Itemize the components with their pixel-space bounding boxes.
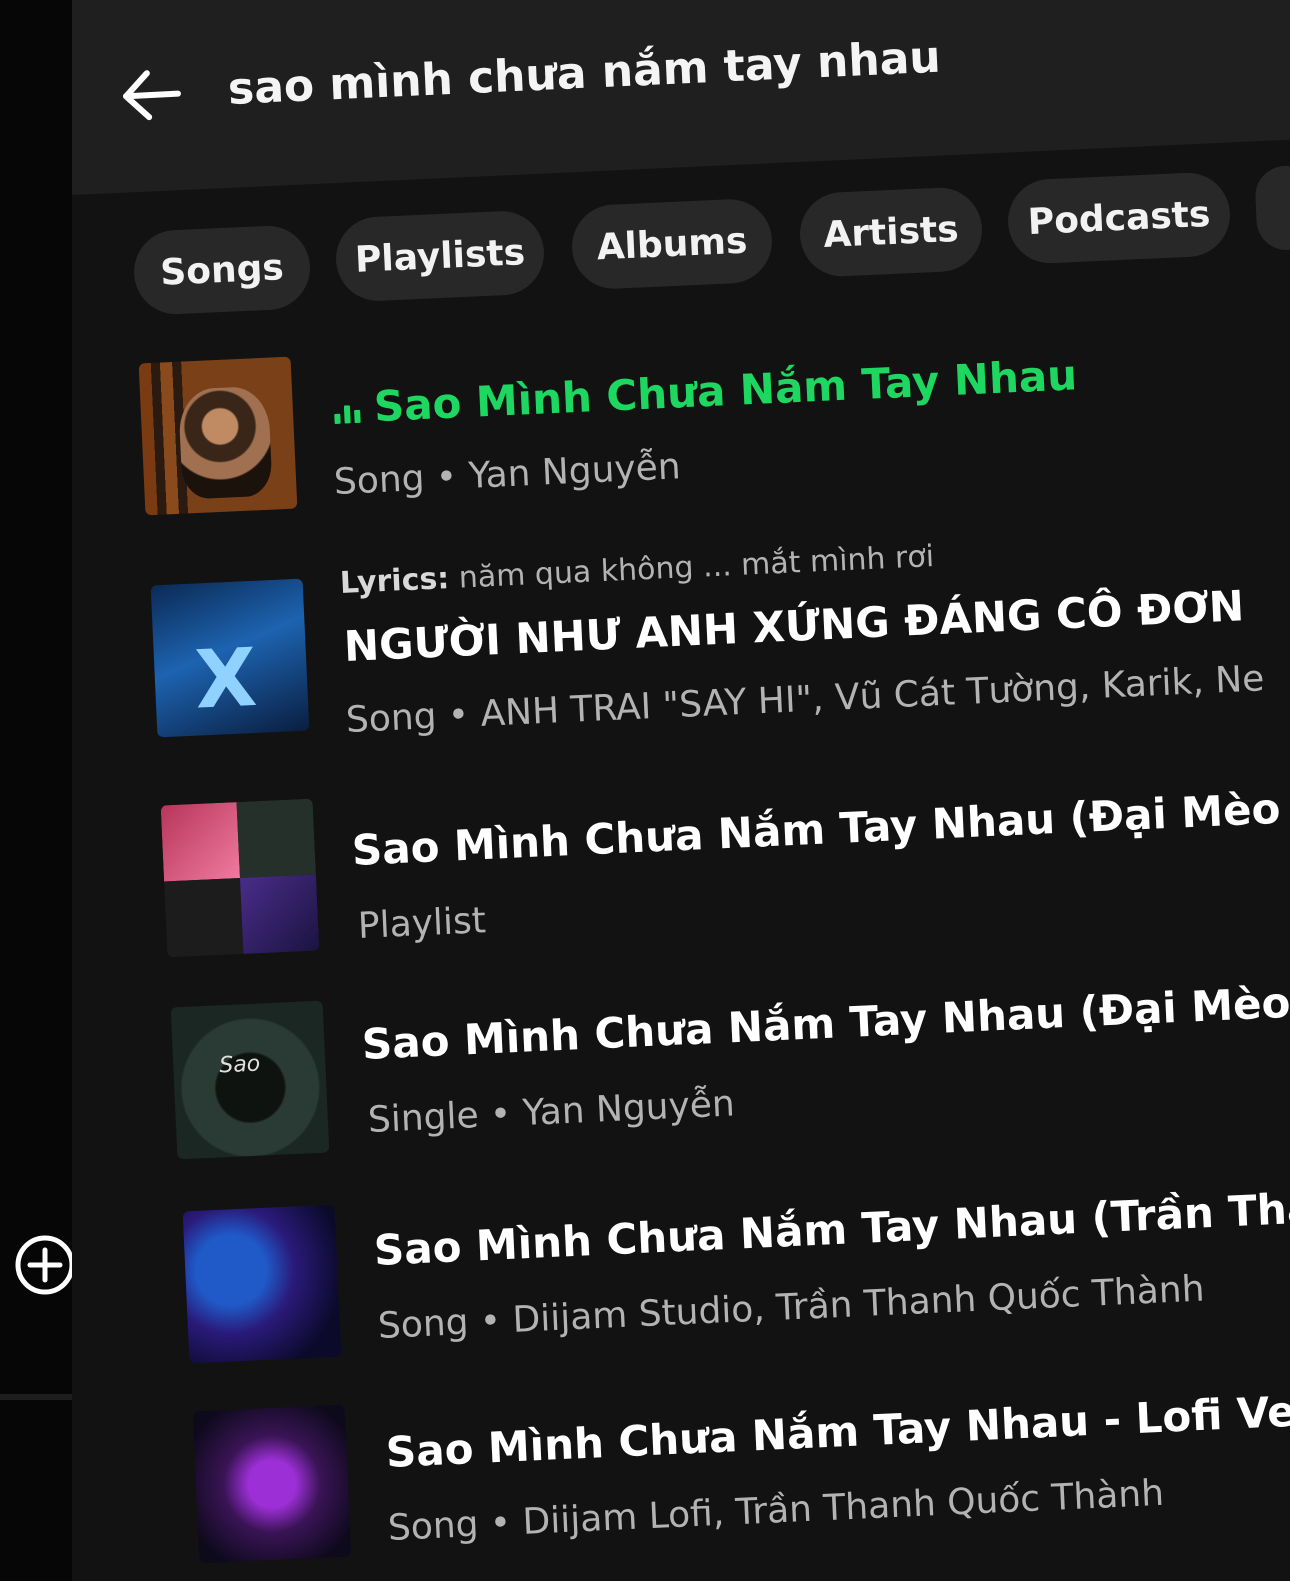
arrow-left-icon: [123, 70, 181, 121]
left-rail: [0, 0, 80, 1581]
filter-chip-label: Artists: [822, 208, 960, 256]
album-art: [138, 356, 298, 516]
filter-chip-podcasts[interactable]: Podcasts: [1006, 171, 1232, 265]
filter-chip-label: Songs: [159, 246, 285, 294]
playlist-art: [160, 798, 320, 958]
album-art: Sao: [170, 1000, 330, 1160]
result-subtitle: Playlist: [357, 900, 487, 947]
filter-chip-playlists[interactable]: Playlists: [334, 209, 546, 303]
plus-circle-icon: [15, 1235, 75, 1295]
filter-chip-label: Podcasts: [1026, 193, 1212, 243]
album-art: [182, 1204, 342, 1364]
filter-chip-albums[interactable]: Albums: [570, 197, 774, 291]
back-button[interactable]: [118, 62, 184, 128]
add-button[interactable]: [14, 1234, 76, 1296]
filter-chip-label: Albums: [595, 220, 749, 268]
album-art: [192, 1404, 352, 1564]
album-art: X: [150, 578, 310, 738]
equalizer-icon: [334, 398, 361, 424]
filter-chip-songs[interactable]: Songs: [132, 224, 312, 316]
filter-chip-label: Playlists: [354, 231, 526, 281]
filter-chip-artists[interactable]: Artists: [798, 185, 984, 279]
